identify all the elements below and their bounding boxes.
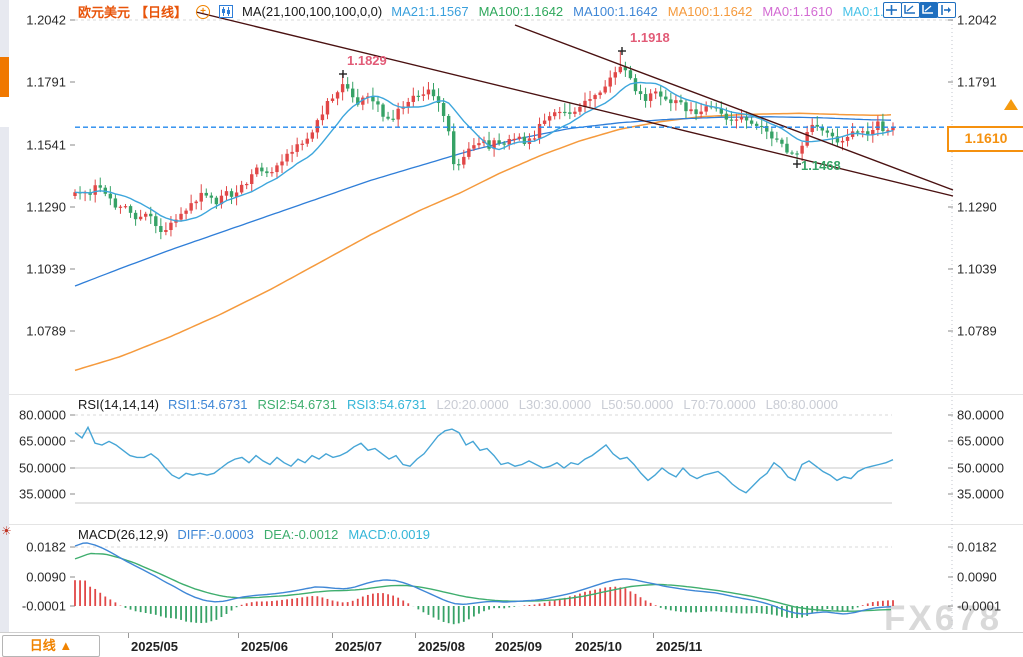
rsi-value-label: L30:30.0000 bbox=[519, 397, 591, 412]
period-tag: 【日线】 bbox=[135, 2, 187, 21]
date-tick bbox=[238, 633, 239, 638]
rsi-value-label: RSI3:54.6731 bbox=[347, 397, 427, 412]
date-tick bbox=[492, 633, 493, 638]
y-axis-label: 1.1039 bbox=[957, 262, 997, 277]
y-axis-label: 0.0090 bbox=[6, 570, 66, 585]
macd-values: DIFF:-0.0003 DEA:-0.0012 MACD:0.0019 bbox=[177, 527, 430, 542]
y-axis-label: 80.0000 bbox=[957, 408, 1004, 423]
y-axis-label: 1.2042 bbox=[957, 13, 997, 28]
macd-value-label: MACD:0.0019 bbox=[348, 527, 430, 542]
date-label: 2025/09 bbox=[495, 639, 542, 654]
ma-value-label: MA0:1.1610 bbox=[762, 4, 832, 19]
chart-type-icon[interactable] bbox=[219, 5, 233, 18]
y-axis-label: 1.1791 bbox=[957, 75, 997, 90]
rsi-values: RSI1:54.6731 RSI2:54.6731 RSI3:54.6731 L20:… bbox=[168, 397, 838, 412]
y-axis-label: -0.0001 bbox=[6, 599, 66, 614]
rsi-legend: RSI(14,14,14) RSI1:54.6731RSI2:54.6731RS… bbox=[78, 397, 838, 412]
ma-value-label: MA100:1.1642 bbox=[479, 4, 564, 19]
rsi-value-label: L80:80.0000 bbox=[766, 397, 838, 412]
axis-scale-active-icon[interactable] bbox=[919, 2, 938, 18]
period-selector-button[interactable]: 日线 ▲ bbox=[2, 635, 100, 657]
y-axis-label: 65.0000 bbox=[6, 434, 66, 449]
macd-value-label: DIFF:-0.0003 bbox=[177, 527, 254, 542]
date-label: 2025/11 bbox=[656, 639, 702, 654]
collapse-panel-icon[interactable] bbox=[937, 2, 956, 18]
macd-legend: MACD(26,12,9) DIFF:-0.0003 DEA:-0.0012 MAC… bbox=[78, 527, 430, 542]
forex-chart-app: { "header": { "symbol": "欧元美元", "period_… bbox=[0, 0, 1023, 657]
y-axis-label: 65.0000 bbox=[957, 434, 1004, 449]
macd-title: MACD(26,12,9) bbox=[78, 527, 168, 542]
axis-scale-icon[interactable] bbox=[901, 2, 920, 18]
rsi-title: RSI(14,14,14) bbox=[78, 397, 159, 412]
y-axis-label: 35.0000 bbox=[6, 487, 66, 502]
price-annotation: 1.1468 bbox=[801, 158, 841, 173]
y-axis-label: 1.0789 bbox=[6, 324, 66, 339]
date-label: 2025/06 bbox=[241, 639, 288, 654]
y-axis-label: 1.1039 bbox=[6, 262, 66, 277]
main-chart-legend: 欧元美元 【日线】 + MA(21,100,100,100,0,0) MA21:… bbox=[78, 2, 891, 21]
macd-value-label: DEA:-0.0012 bbox=[264, 527, 338, 542]
date-tick bbox=[332, 633, 333, 638]
latest-price-arrow-icon[interactable] bbox=[1004, 99, 1018, 110]
y-axis-label: 0.0182 bbox=[957, 540, 997, 555]
left-toolbar-segment[interactable] bbox=[0, 97, 9, 127]
y-axis-label: 35.0000 bbox=[957, 487, 1004, 502]
ma-values: MA21:1.1567 MA100:1.1642 MA100:1.1642 MA100… bbox=[391, 4, 891, 19]
y-axis-label: 1.1290 bbox=[6, 200, 66, 215]
price-annotation: 1.1829 bbox=[347, 53, 387, 68]
add-indicator-icon[interactable]: + bbox=[196, 5, 210, 19]
current-price-badge: 1.1610 bbox=[947, 126, 1023, 152]
time-axis-bar: 日线 ▲ 2025/05 2025/06 2025/07 2025/08 2025/09… bbox=[0, 632, 1023, 657]
y-axis-label: 0.0090 bbox=[957, 570, 997, 585]
y-axis-label: 50.0000 bbox=[957, 461, 1004, 476]
y-axis-label: 1.1290 bbox=[957, 200, 997, 215]
date-tick bbox=[128, 633, 129, 638]
y-axis-label: 1.2042 bbox=[6, 13, 66, 28]
date-label: 2025/05 bbox=[131, 639, 178, 654]
symbol-title: 欧元美元 bbox=[78, 2, 130, 21]
y-axis-label: 1.0789 bbox=[957, 324, 997, 339]
rsi-value-label: L20:20.0000 bbox=[436, 397, 508, 412]
y-axis-label: -0.0001 bbox=[957, 599, 1001, 614]
rsi-value-label: RSI1:54.6731 bbox=[168, 397, 248, 412]
y-axis-label: 0.0182 bbox=[6, 540, 66, 555]
date-label: 2025/10 bbox=[575, 639, 622, 654]
rsi-value-label: RSI2:54.6731 bbox=[257, 397, 337, 412]
rsi-value-label: L50:50.0000 bbox=[601, 397, 673, 412]
y-axis-label: 1.1791 bbox=[6, 75, 66, 90]
y-axis-label: 50.0000 bbox=[6, 461, 66, 476]
date-tick bbox=[415, 633, 416, 638]
price-annotation: 1.1918 bbox=[630, 30, 670, 45]
chart-canvas[interactable] bbox=[0, 0, 1023, 657]
ma-settings-label: MA(21,100,100,100,0,0) bbox=[242, 4, 382, 19]
indicator-settings-icon[interactable]: ☀ bbox=[1, 524, 12, 538]
ma-value-label: MA21:1.1567 bbox=[391, 4, 468, 19]
date-tick bbox=[572, 633, 573, 638]
y-axis-label: 1.1541 bbox=[6, 138, 66, 153]
date-label: 2025/08 bbox=[418, 639, 465, 654]
ma-value-label: MA100:1.1642 bbox=[573, 4, 658, 19]
pan-icon[interactable] bbox=[883, 2, 902, 18]
date-label: 2025/07 bbox=[335, 639, 382, 654]
y-axis-label: 80.0000 bbox=[6, 408, 66, 423]
ma-value-label: MA100:1.1642 bbox=[668, 4, 753, 19]
rsi-value-label: L70:70.0000 bbox=[683, 397, 755, 412]
date-tick bbox=[653, 633, 654, 638]
